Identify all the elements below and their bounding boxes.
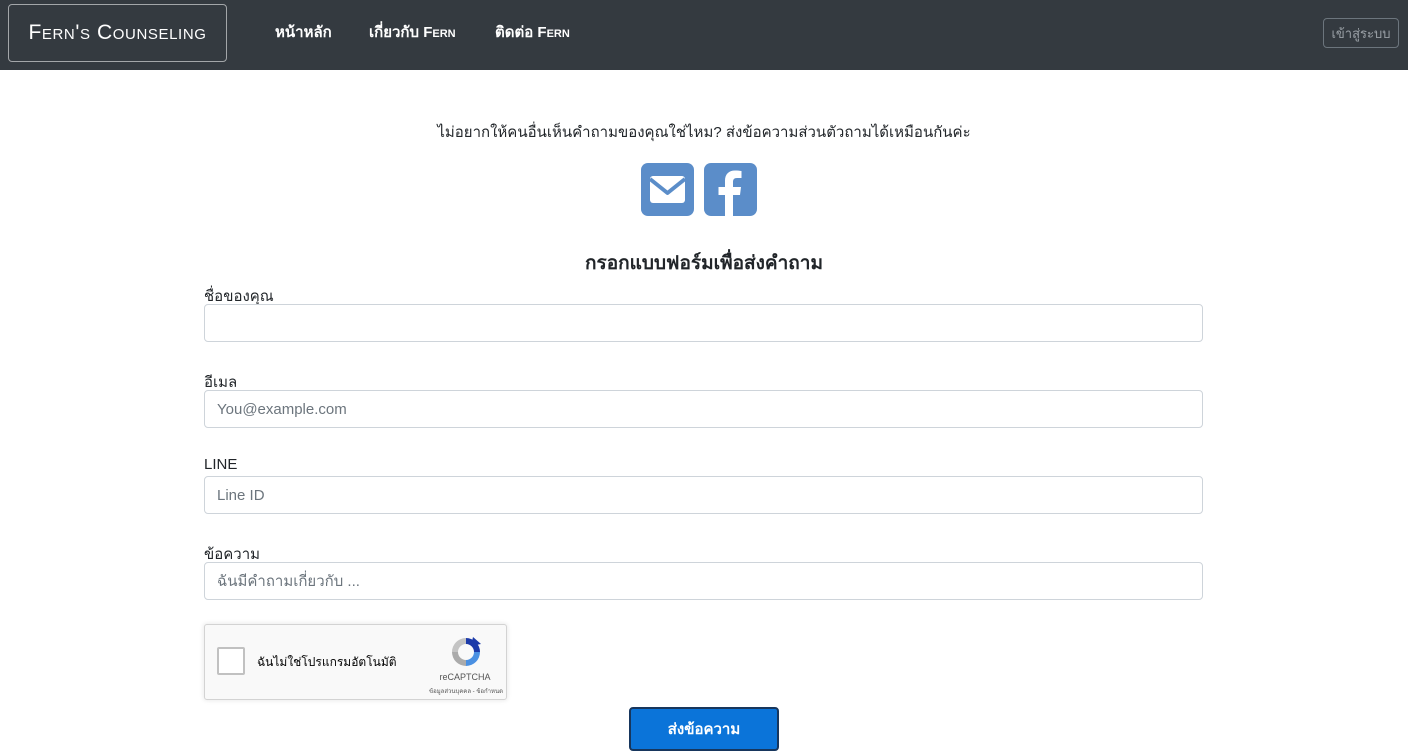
nav-contact[interactable]: ติดต่อ Fern <box>495 22 570 44</box>
envelope-icon <box>648 176 687 203</box>
message-input[interactable] <box>204 562 1203 600</box>
email-input[interactable] <box>204 390 1203 428</box>
nav-home[interactable]: หน้าหลัก <box>275 22 332 44</box>
recaptcha-label: ฉันไม่ใช่โปรแกรมอัตโนมัติ <box>257 655 397 669</box>
facebook-icon <box>718 170 742 216</box>
nav-about[interactable]: เกี่ยวกับ Fern <box>369 22 456 44</box>
line-input[interactable] <box>204 476 1203 514</box>
recaptcha-widget: ฉันไม่ใช่โปรแกรมอัตโนมัติ reCAPTCHA ข้อม… <box>204 624 507 700</box>
login-button[interactable]: เข้าสู่ระบบ <box>1323 18 1399 48</box>
form-title: กรอกแบบฟอร์มเพื่อส่งคำถาม <box>585 253 823 274</box>
recaptcha-links[interactable]: ข้อมูลส่วนบุคคล - ข้อกำหนด <box>389 686 503 696</box>
line-label: LINE <box>204 456 238 473</box>
submit-button[interactable]: ส่งข้อความ <box>629 707 779 751</box>
recaptcha-logo-icon <box>452 637 481 666</box>
name-input[interactable] <box>204 304 1203 342</box>
brand-logo[interactable]: Fern's Counseling <box>8 4 227 62</box>
brand-name: Fern's Counseling <box>28 21 207 44</box>
recaptcha-brand: reCAPTCHA <box>439 672 491 682</box>
facebook-link[interactable] <box>704 163 757 216</box>
recaptcha-checkbox[interactable] <box>217 647 245 675</box>
navbar: Fern's Counseling หน้าหลัก เกี่ยวกับ Fer… <box>0 0 1408 70</box>
intro-text: ไม่อยากให้คนอื่นเห็นคำถามของคุณใช่ไหม? ส… <box>437 124 971 141</box>
email-link[interactable] <box>641 163 694 216</box>
